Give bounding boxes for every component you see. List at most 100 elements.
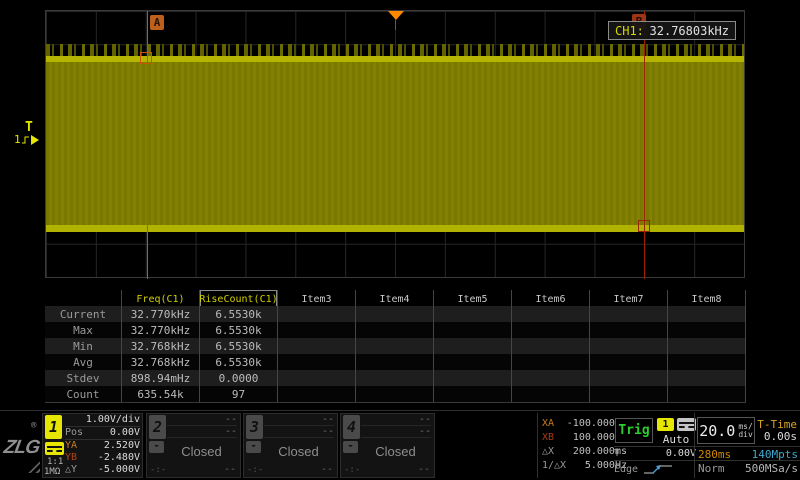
cursor-b-line[interactable] (644, 11, 645, 279)
table-cell (668, 354, 746, 370)
trigger-t-label: T (25, 122, 48, 134)
badge-channel-label: CH1: (615, 24, 644, 38)
table-cell (278, 354, 356, 370)
ttime-value: 0.00s (764, 430, 797, 443)
table-cell (356, 306, 434, 322)
trigger-level-marker[interactable]: T 1 (14, 122, 48, 145)
trigger-position-marker[interactable] (388, 11, 404, 20)
timebase-scale-button[interactable]: 20.0 ms/ div (697, 417, 755, 444)
table-cell (278, 386, 356, 402)
table-cell: 32.770kHz (122, 306, 200, 322)
channel3-badge[interactable]: 3 (246, 415, 263, 439)
channel3-coupling-badge: - (246, 441, 261, 453)
channel4-value1: -- (361, 414, 431, 426)
table-cell (512, 306, 590, 322)
channel2-badge[interactable]: 2 (149, 415, 166, 439)
frequency-readout-badge: CH1: 32.76803kHz (608, 21, 736, 40)
status-bar: ZLG ® 1 1:1 1MΩ 1.00V/div Pos 0.00V YA 2.5… (0, 410, 800, 480)
table-cell (668, 370, 746, 386)
table-cell (668, 322, 746, 338)
cursor-ya-value: 2.520V (104, 440, 140, 452)
registered-mark: ® (31, 421, 36, 431)
badge-frequency-value: 32.76803kHz (650, 24, 729, 38)
table-cell (590, 322, 668, 338)
cursor-xb-label: XB (542, 431, 554, 445)
table-cell (590, 370, 668, 386)
table-cell (512, 338, 590, 354)
channel4-coupling-badge: - (343, 441, 358, 453)
channel1-badge[interactable]: 1 (45, 415, 62, 439)
row-label-min: Min (45, 338, 122, 354)
channel1-pos-label: Pos (65, 427, 83, 439)
cursor-dy-label: △Y (65, 464, 77, 476)
acquisition-mode[interactable]: Norm (698, 462, 725, 473)
oscilloscope-screen: A B CH1: 32.76803kHz T 1 Freq(C1) RiseCo… (0, 0, 800, 480)
row-label-count: Count (45, 386, 122, 402)
trigger-source-label: 1 (14, 134, 21, 145)
cursor-dy-value: -5.000V (98, 464, 140, 476)
resize-grip-icon (27, 460, 40, 473)
cursor-yb-value: -2.480V (98, 452, 140, 464)
channel4-bottom-left: -:- (344, 465, 360, 475)
channel2-value2: -- (167, 426, 237, 438)
row-label-max: Max (45, 322, 122, 338)
cursor-ya-label: YA (65, 440, 77, 452)
measurement-table: Freq(C1) RiseCount(C1) Item3 Item4 Item5… (45, 290, 746, 403)
channel4-panel[interactable]: 4 - -- -- Closed -:- -- (340, 413, 435, 478)
channel1-scale: 1.00V/div (86, 414, 140, 426)
cursor-a-label[interactable]: A (150, 15, 164, 30)
table-cell: 97 (200, 386, 278, 402)
cursor-yb-label: YB (65, 452, 77, 464)
table-cell (512, 354, 590, 370)
table-cell: 0.0000 (200, 370, 278, 386)
brand-logo: ZLG (2, 437, 41, 459)
cursor-xa-label: XA (542, 417, 554, 431)
table-cell (590, 386, 668, 402)
timebase-unit-bottom: div (738, 430, 752, 439)
channel2-bottom-left: -:- (150, 465, 166, 475)
cursor-invdx-label: 1/△X (542, 459, 566, 473)
trigger-type-label: Edge (614, 464, 638, 475)
table-cell (512, 370, 590, 386)
cursor-a-marker[interactable] (140, 52, 152, 64)
record-points: 140Mpts (752, 448, 798, 459)
channel4-status: Closed (357, 444, 434, 459)
table-cell (434, 386, 512, 402)
table-cell: 898.94mHz (122, 370, 200, 386)
cursor-b-marker[interactable] (638, 220, 650, 232)
table-cell (668, 306, 746, 322)
row-label-stdev: Stdev (45, 370, 122, 386)
row-label-avg: Avg (45, 354, 122, 370)
channel4-badge[interactable]: 4 (343, 415, 360, 439)
table-cell (356, 370, 434, 386)
trigger-status-button[interactable]: Trig (615, 418, 653, 443)
table-cell (278, 306, 356, 322)
table-cell (668, 338, 746, 354)
trigger-source-badge[interactable]: 1 (657, 418, 674, 431)
channel1-dc-coupling-icon[interactable] (45, 442, 64, 455)
channel3-status: Closed (260, 444, 337, 459)
channel1-pos-value: 0.00V (110, 427, 140, 439)
table-cell (356, 338, 434, 354)
trigger-mode[interactable]: Auto (655, 433, 697, 446)
edge-trigger-icon (643, 463, 673, 475)
channel3-bottom-right: -- (321, 464, 333, 475)
rising-edge-icon (22, 135, 30, 145)
timebase-panel: 20.0 ms/ div T-Time 0.00s 280ms 140Mpts … (694, 413, 800, 478)
waveform-display[interactable]: A B CH1: 32.76803kHz (45, 10, 745, 278)
channel1-panel[interactable]: 1 1:1 1MΩ 1.00V/div Pos 0.00V YA 2.520V YB… (42, 413, 143, 478)
channel1-impedance: 1MΩ (44, 468, 60, 477)
channel2-coupling-badge: - (149, 441, 164, 453)
table-cell: 6.5530k (200, 322, 278, 338)
trigger-type-row[interactable]: Edge (614, 460, 696, 476)
channel2-panel[interactable]: 2 - -- -- Closed -:- -- (146, 413, 241, 478)
timebase-scale-value: 20.0 (699, 422, 735, 440)
channel1-probe-ratio: 1:1 (47, 458, 63, 467)
channel1-waveform (46, 56, 744, 232)
table-cell (434, 354, 512, 370)
row-label-current: Current (45, 306, 122, 322)
channel3-panel[interactable]: 3 - -- -- Closed -:- -- (243, 413, 338, 478)
table-cell: 6.5530k (200, 354, 278, 370)
table-cell (434, 306, 512, 322)
cursor-dx-label: △X (542, 445, 554, 459)
